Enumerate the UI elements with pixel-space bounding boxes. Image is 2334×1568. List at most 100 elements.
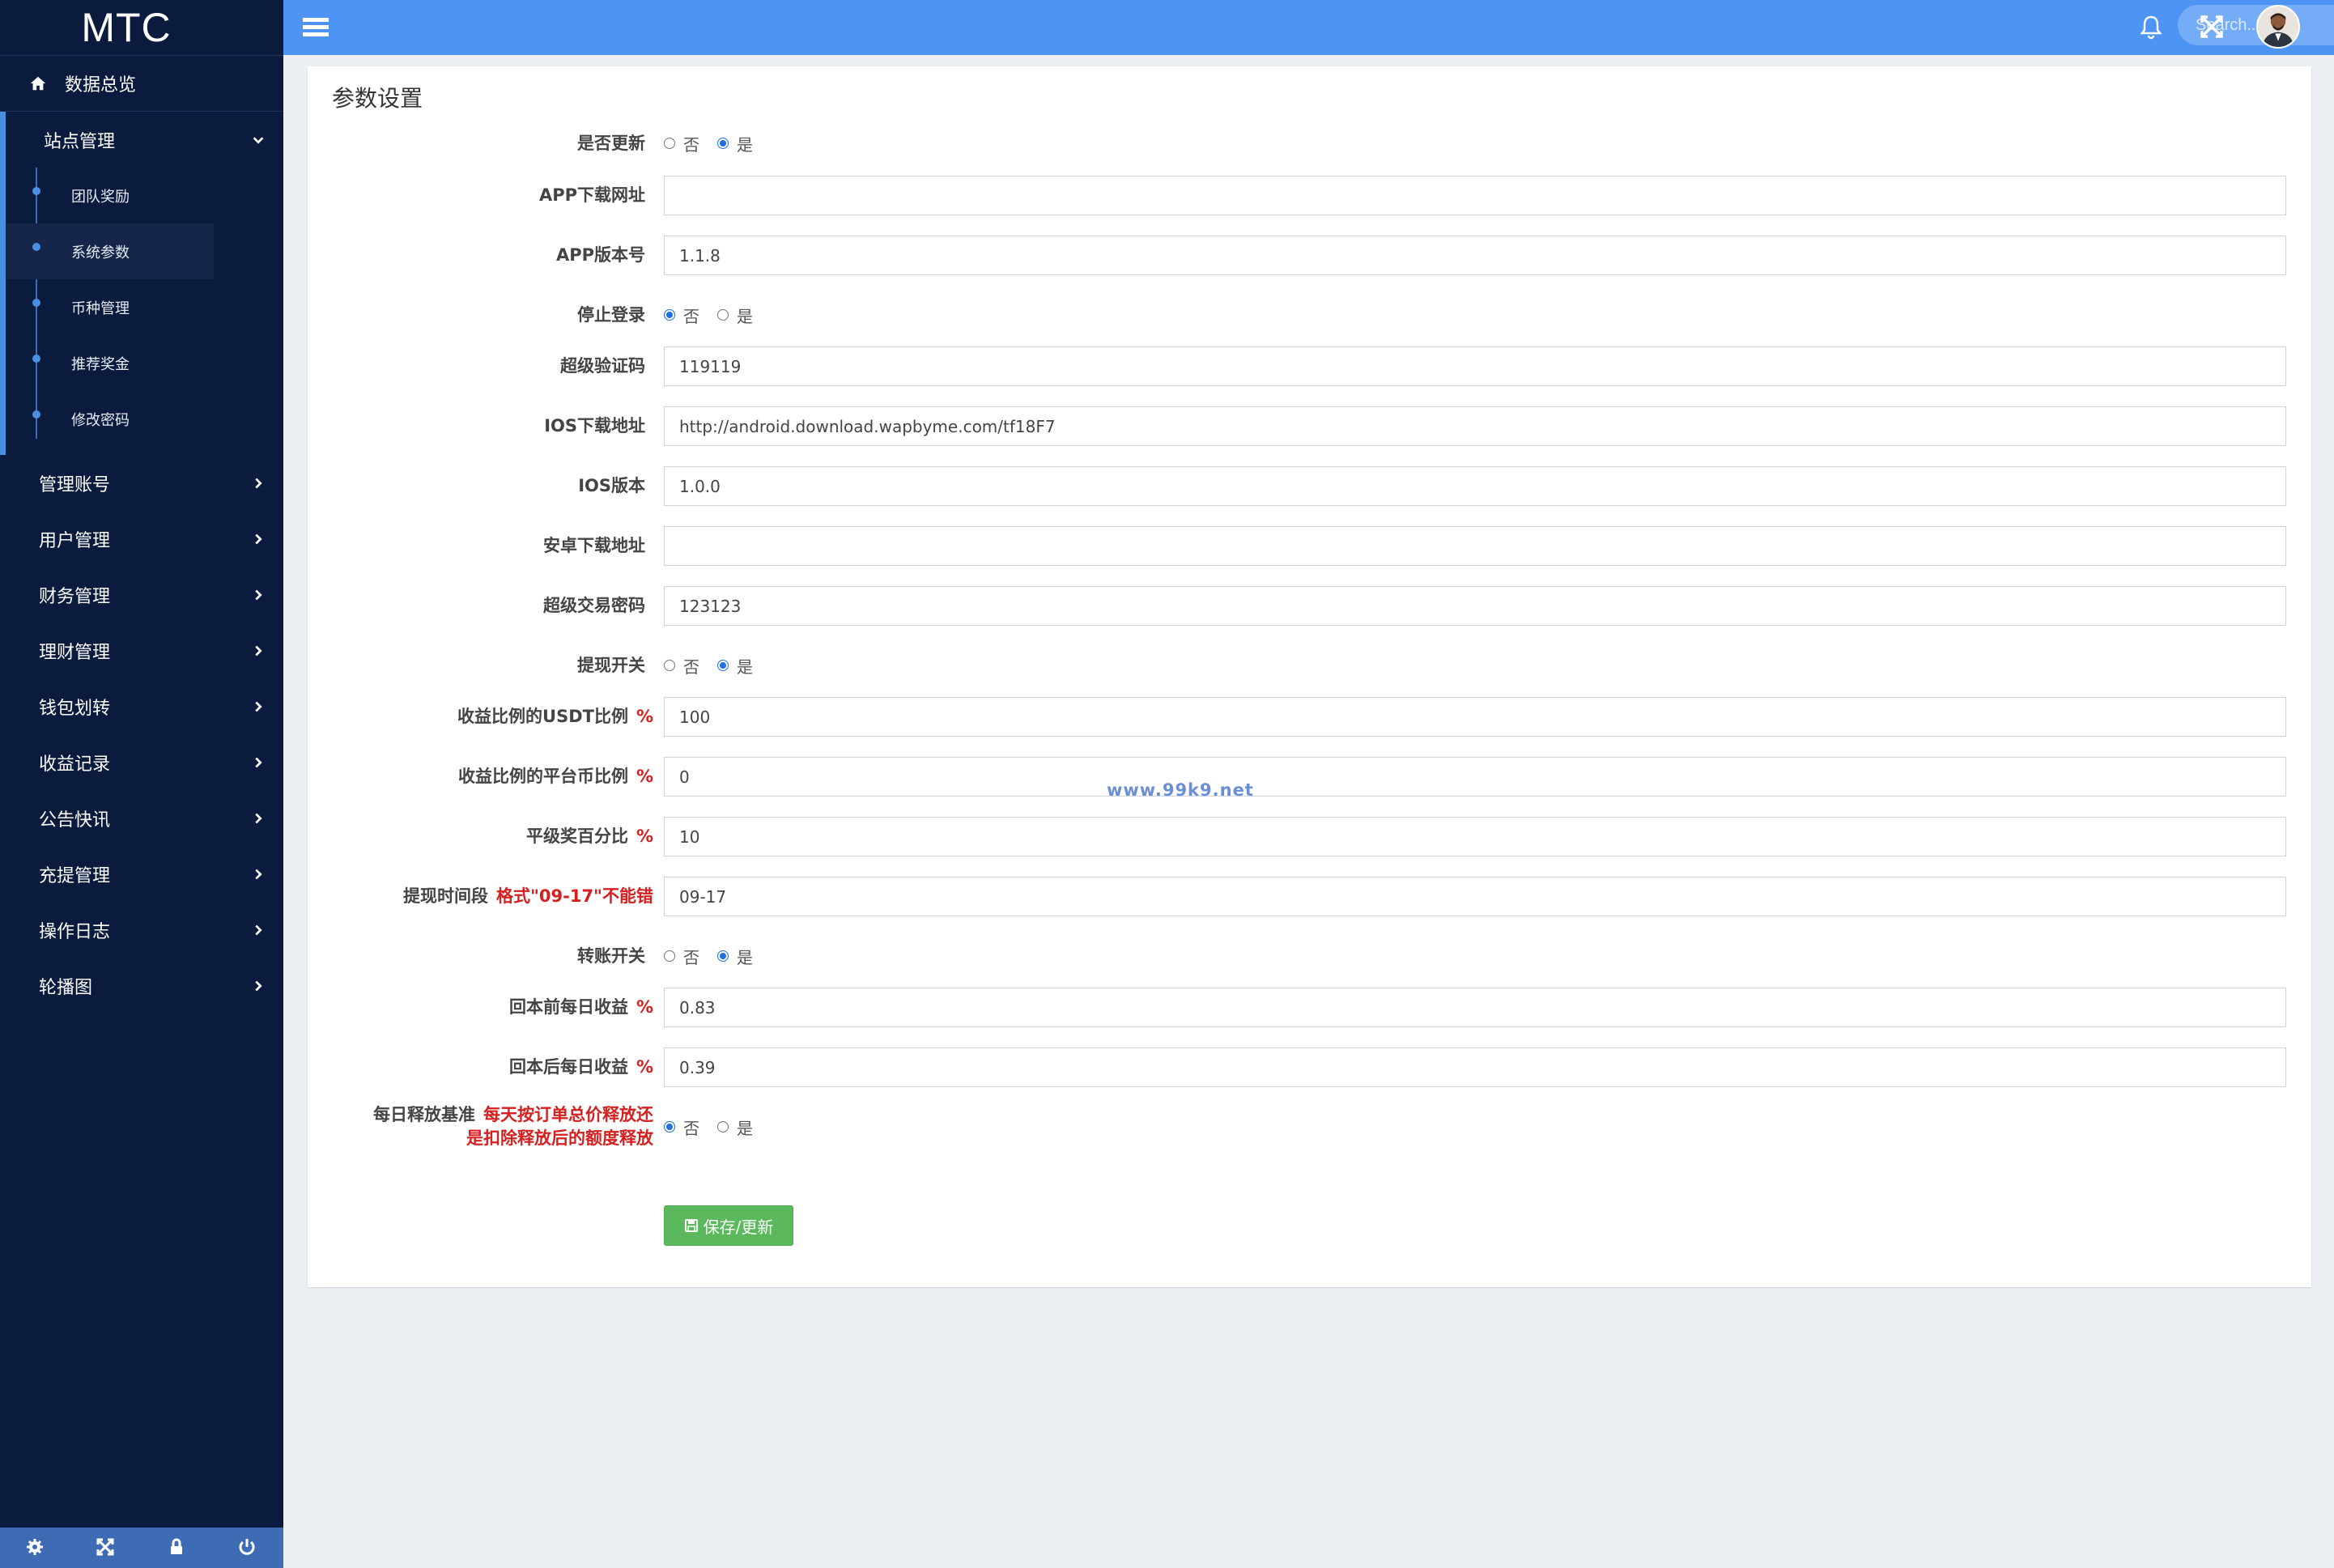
radio-checked-icon bbox=[717, 950, 729, 962]
save-button-label: 保存/更新 bbox=[703, 1217, 774, 1237]
bullet-dot-icon bbox=[32, 299, 40, 307]
text-field[interactable] bbox=[664, 466, 2286, 506]
radio-option[interactable]: 是 bbox=[717, 304, 753, 327]
chevron-right-icon bbox=[251, 532, 266, 546]
field-label: 平级奖百分比% bbox=[526, 814, 653, 858]
radio-checked-icon bbox=[717, 660, 729, 671]
radio-label: 是 bbox=[737, 1118, 753, 1138]
sidebar-item-label: 用户管理 bbox=[39, 530, 111, 551]
sidebar-item[interactable]: 钱包划转 bbox=[0, 678, 283, 734]
radio-option[interactable]: 否 bbox=[664, 945, 699, 968]
sidebar-item[interactable]: 收益记录 bbox=[0, 734, 283, 790]
text-field[interactable] bbox=[664, 988, 2286, 1027]
field-label: 回本后每日收益% bbox=[509, 1045, 653, 1089]
radio-option[interactable]: 否 bbox=[664, 304, 699, 327]
chevron-right-icon bbox=[251, 755, 266, 770]
field-label: 停止登录 bbox=[577, 293, 645, 337]
settings-panel: 参数设置 是否更新否是APP下载网址APP版本号停止登录否是超级验证码IOS下载… bbox=[308, 66, 2311, 1287]
radio-option[interactable]: 是 bbox=[717, 945, 753, 968]
field-label-text: 超级验证码 bbox=[560, 356, 645, 376]
text-field[interactable] bbox=[664, 1047, 2286, 1087]
chevron-right-icon bbox=[251, 588, 266, 602]
radio-option[interactable]: 否 bbox=[664, 132, 699, 155]
expand-icon[interactable] bbox=[96, 1537, 117, 1558]
sidebar-item-label: 充提管理 bbox=[39, 865, 111, 886]
radio-label: 否 bbox=[683, 1118, 699, 1138]
text-field[interactable] bbox=[664, 526, 2286, 566]
menu-toggle-icon[interactable] bbox=[301, 13, 330, 42]
sidebar-subitem[interactable]: 推荐奖金 bbox=[6, 335, 283, 391]
sidebar-item[interactable]: 用户管理 bbox=[0, 511, 283, 567]
sidebar-item-label: 公告快讯 bbox=[39, 809, 111, 831]
radio-label: 否 bbox=[683, 134, 699, 155]
percent-suffix: % bbox=[636, 707, 653, 726]
text-field[interactable] bbox=[664, 697, 2286, 737]
sidebar-item-site-management[interactable]: 站点管理 bbox=[6, 112, 283, 168]
field-label: 收益比例的USDT比例% bbox=[457, 695, 653, 738]
text-field[interactable] bbox=[664, 346, 2286, 386]
field-label-text: 安卓下载地址 bbox=[543, 536, 645, 555]
sidebar-item[interactable]: 管理账号 bbox=[0, 455, 283, 511]
sidebar-groups: 管理账号用户管理财务管理 理财管理 钱包划转 收益记录公告快讯充提管理操作日志 轮播图 bbox=[0, 455, 283, 1013]
bell-icon[interactable] bbox=[2137, 13, 2165, 40]
text-field[interactable] bbox=[664, 176, 2286, 215]
field-label-text: 回本后每日收益 bbox=[508, 1057, 628, 1077]
field-label: 提现时间段 格式"09-17"不能错 bbox=[403, 874, 653, 918]
form-row: 每日释放基准 每天按订单总价释放还 是扣除释放后的额度释放否是 bbox=[308, 1105, 2311, 1149]
chevron-right-icon bbox=[251, 476, 266, 491]
sidebar-subitem[interactable]: 系统参数 bbox=[6, 223, 214, 279]
field-label-text: APP下载网址 bbox=[538, 185, 645, 205]
avatar[interactable] bbox=[2256, 5, 2300, 49]
sidebar-item[interactable]: 充提管理 bbox=[0, 846, 283, 902]
field-note: 是扣除释放后的额度释放 bbox=[466, 1128, 653, 1148]
field-label: IOS版本 bbox=[578, 464, 645, 508]
power-icon[interactable] bbox=[237, 1537, 258, 1558]
sidebar-item[interactable]: 轮播图 bbox=[0, 958, 283, 1013]
radio-option[interactable]: 是 bbox=[717, 1115, 753, 1139]
radio-option[interactable]: 否 bbox=[664, 1115, 699, 1139]
radio-group: 否是 bbox=[664, 121, 771, 165]
radio-checked-icon bbox=[717, 138, 729, 149]
chevron-right-icon bbox=[251, 867, 266, 882]
radio-group: 否是 bbox=[664, 293, 771, 337]
field-label-text: 超级交易密码 bbox=[543, 596, 645, 615]
sidebar-item[interactable]: 公告快讯 bbox=[0, 790, 283, 846]
text-field[interactable] bbox=[664, 817, 2286, 856]
chevron-right-icon bbox=[251, 811, 266, 826]
sidebar-item-overview[interactable]: 数据总览 bbox=[0, 56, 283, 112]
text-field[interactable] bbox=[664, 406, 2286, 446]
field-label: APP下载网址 bbox=[539, 173, 645, 217]
sidebar-subitem-label: 币种管理 bbox=[71, 300, 130, 317]
sidebar-subitem[interactable]: 币种管理 bbox=[6, 279, 283, 335]
home-icon bbox=[29, 74, 47, 92]
field-label-text: 每日释放基准 bbox=[373, 1105, 475, 1124]
radio-option[interactable]: 否 bbox=[664, 654, 699, 678]
field-label: 收益比例的平台币比例% bbox=[458, 754, 653, 798]
sidebar-item[interactable]: 理财管理 bbox=[0, 623, 283, 678]
topbar bbox=[283, 0, 2334, 55]
sidebar-subitem[interactable]: 修改密码 bbox=[6, 391, 283, 447]
gear-icon[interactable] bbox=[25, 1537, 46, 1558]
field-label-text: 是否更新 bbox=[577, 134, 645, 153]
save-button[interactable]: 保存/更新 bbox=[664, 1205, 793, 1246]
field-label: 是否更新 bbox=[577, 121, 645, 165]
sidebar-subitem[interactable]: 团队奖励 bbox=[6, 168, 283, 223]
text-field[interactable] bbox=[664, 877, 2286, 916]
sidebar-subitem-label: 修改密码 bbox=[71, 411, 130, 429]
sidebar-group-site: 站点管理 团队奖励 系统参数币种管理推荐奖金修改密码 bbox=[0, 112, 283, 455]
sidebar-item[interactable]: 财务管理 bbox=[0, 567, 283, 623]
radio-unchecked-icon bbox=[664, 660, 675, 671]
form-row: 收益比例的USDT比例% bbox=[308, 695, 2311, 738]
bullet-dot-icon bbox=[32, 410, 40, 419]
text-field[interactable] bbox=[664, 757, 2286, 797]
radio-option[interactable]: 是 bbox=[717, 132, 753, 155]
sidebar-item[interactable]: 操作日志 bbox=[0, 902, 283, 958]
field-label-text: 转账开关 bbox=[577, 946, 645, 966]
field-label: APP版本号 bbox=[556, 233, 645, 277]
fullscreen-icon[interactable] bbox=[2198, 13, 2226, 40]
radio-option[interactable]: 是 bbox=[717, 654, 753, 678]
bullet-dot-icon bbox=[32, 243, 40, 251]
lock-icon[interactable] bbox=[167, 1537, 188, 1558]
text-field[interactable] bbox=[664, 586, 2286, 626]
text-field[interactable] bbox=[664, 236, 2286, 275]
